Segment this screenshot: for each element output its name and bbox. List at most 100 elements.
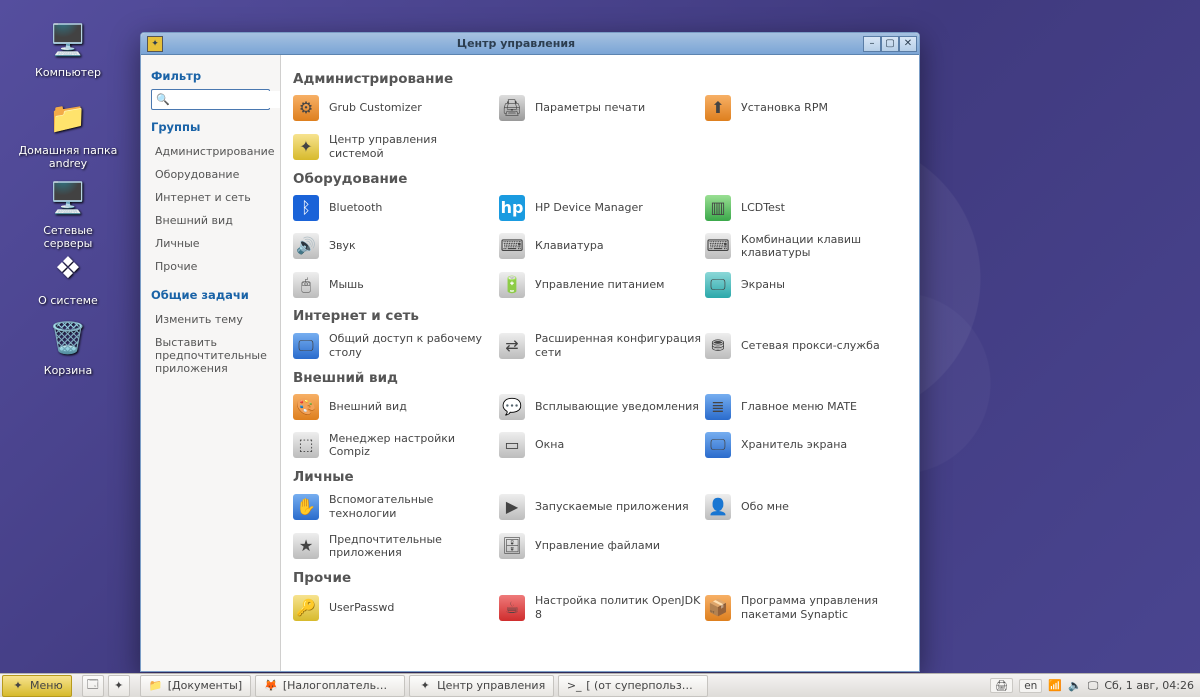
about-system-icon: ❖ (46, 246, 90, 290)
control-item[interactable]: 🔑 UserPasswd (293, 594, 495, 622)
sidebar-group-item[interactable]: Интернет и сеть (151, 186, 270, 209)
taskbar-window-button[interactable]: 📁[Документы] (140, 675, 251, 697)
item-icon: ≣ (705, 394, 731, 420)
section-title: Оборудование (293, 171, 907, 187)
control-item[interactable]: 🔋Управление питанием (499, 272, 701, 298)
item-icon: ⬚ (293, 432, 319, 458)
item-label: Вспомогательные технологии (329, 493, 495, 521)
desktop-icon-label: Компьютер (18, 66, 118, 79)
desktop-icon-about-system[interactable]: ❖О системе (18, 246, 118, 307)
item-icon: ⛃ (705, 333, 731, 359)
tray-display-icon[interactable]: 🖵 (1088, 679, 1099, 693)
item-label: Настройка политик OpenJDK 8 (535, 594, 701, 622)
control-item[interactable]: ≣Главное меню MATE (705, 394, 907, 420)
item-label: HP Device Manager (535, 201, 643, 215)
desktop-icon-computer[interactable]: 🖥️Компьютер (18, 18, 118, 79)
control-item[interactable]: 📦Программа управления пакетами Synaptic (705, 594, 907, 622)
sidebar-group-item[interactable]: Внешний вид (151, 209, 270, 232)
control-item[interactable]: ✋Вспомогательные технологии (293, 493, 495, 521)
desktop-icon-trash[interactable]: 🗑️Корзина (18, 316, 118, 377)
control-item[interactable]: ᛒBluetooth (293, 195, 495, 221)
control-item[interactable]: 🖱Мышь (293, 272, 495, 298)
control-item[interactable]: 🖵 Хранитель экрана (705, 432, 907, 460)
desktop-icon-label: Корзина (18, 364, 118, 377)
control-item[interactable]: ▥ LCDTest (705, 195, 907, 221)
minimize-button[interactable]: – (863, 36, 881, 52)
clock[interactable]: Сб, 1 авг, 04:26 (1104, 679, 1194, 692)
control-item[interactable]: ★Предпочтительные приложения (293, 533, 495, 561)
section-title: Прочие (293, 570, 907, 586)
control-item[interactable]: 🎨Внешний вид (293, 394, 495, 420)
window-titlebar[interactable]: ✦ Центр управления – ▢ ✕ (141, 33, 919, 55)
sidebar-group-item[interactable]: Администрирование (151, 140, 270, 163)
control-item[interactable]: ▭Окна (499, 432, 701, 460)
window-title: Центр управления (169, 37, 863, 50)
item-label: Окна (535, 438, 564, 452)
control-item[interactable]: ✦Центр управления системой (293, 133, 495, 161)
control-item[interactable]: ⌨Клавиатура (499, 233, 701, 261)
control-item[interactable]: ⌨Комбинации клавиш клавиатуры (705, 233, 907, 261)
control-item[interactable]: 🖨Параметры печати (499, 95, 701, 121)
sidebar-task-item[interactable]: Изменить тему (151, 308, 270, 331)
main-panel[interactable]: Администрирование⚙Grub Customizer🖨Параме… (281, 55, 919, 671)
item-icon: ⌨ (499, 233, 525, 259)
item-icon: ᛒ (293, 195, 319, 221)
taskbar: ✦ Меню 🗔 ✦ 📁[Документы]🦊[Налогоплательщи… (0, 673, 1200, 697)
sidebar-group-item[interactable]: Прочие (151, 255, 270, 278)
desktop-icon-network-servers[interactable]: 🖥️Сетевые серверы (18, 176, 118, 250)
sidebar-group-item[interactable]: Оборудование (151, 163, 270, 186)
item-label: Программа управления пакетами Synaptic (741, 594, 907, 622)
control-item[interactable]: ☕Настройка политик OpenJDK 8 (499, 594, 701, 622)
app-icon: ✦ (147, 36, 163, 52)
control-item[interactable]: 🗄Управление файлами (499, 533, 701, 561)
taskbar-app-icon: >_ (567, 679, 581, 693)
item-icon: ★ (293, 533, 319, 559)
control-item[interactable]: ⬆Установка RPM (705, 95, 907, 121)
keyboard-layout-indicator[interactable]: en (1019, 679, 1042, 693)
item-label: Всплывающие уведомления (535, 400, 699, 414)
item-icon: ▶ (499, 494, 525, 520)
item-icon: 🔋 (499, 272, 525, 298)
item-label: Менеджер настройки Compiz (329, 432, 495, 460)
item-icon: 🗄 (499, 533, 525, 559)
control-item[interactable]: ⇄Расширенная конфигурация сети (499, 332, 701, 360)
control-item[interactable]: ▶Запускаемые приложения (499, 493, 701, 521)
control-item[interactable]: 🖵Общий доступ к рабочему столу (293, 332, 495, 360)
sidebar-filter-head: Фильтр (151, 69, 270, 83)
control-item[interactable]: ⬚ Менеджер настройки Compiz (293, 432, 495, 460)
control-item[interactable]: ⚙Grub Customizer (293, 95, 495, 121)
desktop-icon-home-folder[interactable]: 📁Домашняя папка andrey (18, 96, 118, 170)
section-title: Интернет и сеть (293, 308, 907, 324)
search-field[interactable]: 🔍 (151, 89, 270, 110)
item-icon: ✦ (293, 134, 319, 160)
control-item[interactable]: hpHP Device Manager (499, 195, 701, 221)
item-label: UserPasswd (329, 601, 394, 615)
tray-network-icon[interactable]: 📶 (1048, 679, 1062, 692)
control-item[interactable]: 🖵Экраны (705, 272, 907, 298)
sidebar-group-item[interactable]: Личные (151, 232, 270, 255)
control-item[interactable]: 👤Обо мне (705, 493, 907, 521)
control-item[interactable]: ⛃Сетевая прокси-служба (705, 332, 907, 360)
item-label: Установка RPM (741, 101, 828, 115)
item-label: LCDTest (741, 201, 785, 215)
taskbar-window-button[interactable]: 🦊[Налогоплательщик ЮЛ | … (255, 675, 405, 697)
sidebar-task-item[interactable]: Выставить предпочтительные приложения (151, 331, 270, 380)
taskbar-window-button[interactable]: >_[ (от суперпользователя)] (558, 675, 708, 697)
tray-volume-icon[interactable]: 🔈 (1068, 679, 1082, 692)
launcher-button[interactable]: ✦ (108, 675, 130, 697)
show-desktop-button[interactable]: 🗔 (82, 675, 104, 697)
close-button[interactable]: ✕ (899, 36, 917, 52)
item-label: Общий доступ к рабочему столу (329, 332, 495, 360)
search-input[interactable] (170, 91, 281, 108)
tray-printer-icon[interactable]: 🖨 (990, 678, 1013, 693)
item-icon: 🔑 (293, 595, 319, 621)
item-icon: 🖵 (705, 432, 731, 458)
control-item[interactable]: 💬Всплывающие уведомления (499, 394, 701, 420)
control-item[interactable]: 🔊Звук (293, 233, 495, 261)
menu-button[interactable]: ✦ Меню (2, 675, 72, 697)
item-label: Хранитель экрана (741, 438, 847, 452)
item-icon: ▥ (705, 195, 731, 221)
item-label: Параметры печати (535, 101, 645, 115)
maximize-button[interactable]: ▢ (881, 36, 899, 52)
taskbar-window-button[interactable]: ✦Центр управления (409, 675, 554, 697)
